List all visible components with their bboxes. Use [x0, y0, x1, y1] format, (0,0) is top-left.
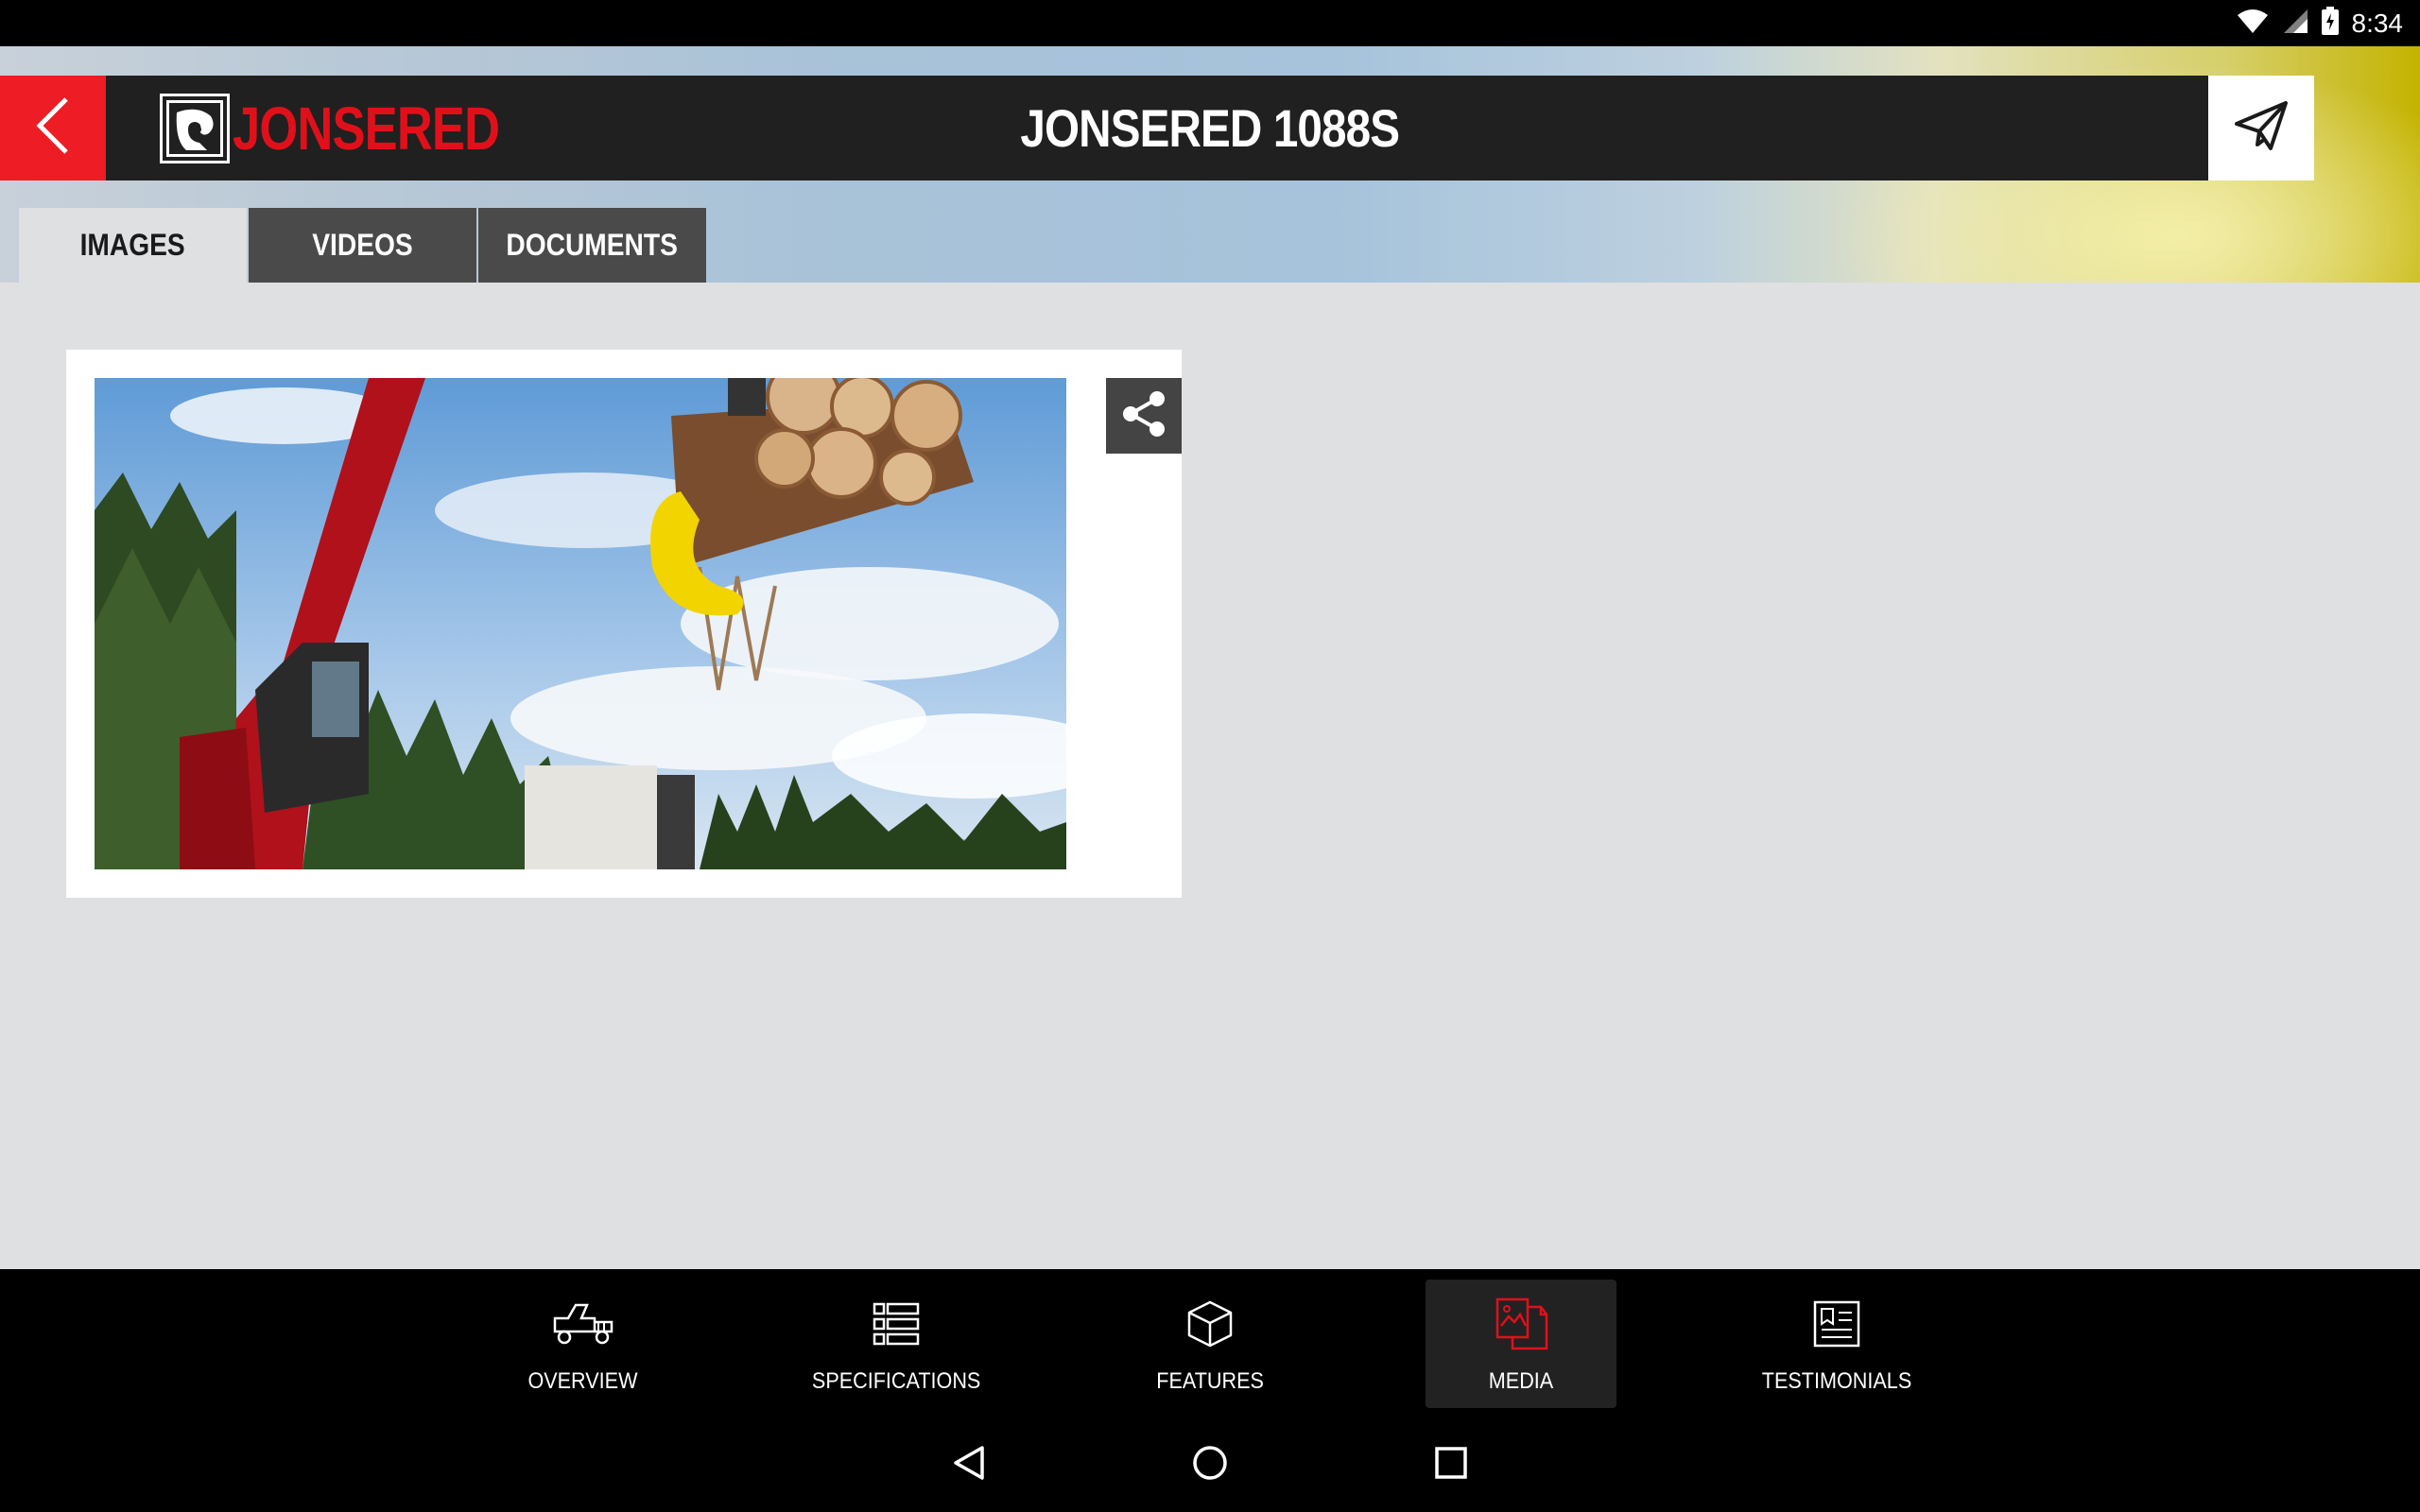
tab-label: DOCUMENTS: [506, 228, 679, 262]
wifi-icon: [2237, 8, 2269, 39]
status-bar: 8:34: [0, 0, 2420, 46]
cube-icon: [1185, 1293, 1235, 1355]
nav-overview[interactable]: OVERVIEW: [488, 1280, 677, 1408]
nav-media[interactable]: MEDIA: [1426, 1280, 1616, 1408]
image-card: [66, 350, 1182, 898]
brand-name: JONSERED: [233, 94, 500, 163]
product-photo[interactable]: [95, 378, 1066, 869]
nav-label: MEDIA: [1488, 1368, 1554, 1394]
list-icon: [873, 1293, 920, 1355]
chevron-left-icon: [34, 95, 72, 161]
circle-home-icon: [1191, 1444, 1229, 1486]
battery-icon: [2321, 7, 2339, 40]
tab-label: VIDEOS: [312, 228, 413, 262]
system-home-button[interactable]: [1185, 1436, 1235, 1493]
status-time: 8:34: [2351, 8, 2404, 38]
share-icon: [1119, 389, 1168, 443]
cell-signal-icon: [2282, 8, 2308, 39]
tab-label: IMAGES: [79, 228, 186, 262]
ram-logo-icon: [160, 94, 230, 163]
tab-videos[interactable]: VIDEOS: [249, 208, 476, 283]
tab-documents[interactable]: DOCUMENTS: [478, 208, 706, 283]
square-recents-icon: [1434, 1446, 1468, 1485]
system-back-button[interactable]: [945, 1436, 993, 1493]
brand-logo: JONSERED: [160, 94, 558, 163]
nav-label: SPECIFICATIONS: [811, 1368, 981, 1394]
share-button[interactable]: [1106, 378, 1182, 454]
nav-features[interactable]: FEATURES: [1115, 1280, 1305, 1408]
triangle-back-icon: [952, 1444, 986, 1486]
nav-label: TESTIMONIALS: [1761, 1368, 1912, 1394]
paper-plane-icon: [2233, 99, 2290, 157]
media-icon: [1494, 1293, 1548, 1355]
back-button[interactable]: [0, 76, 106, 180]
nav-testimonials[interactable]: TESTIMONIALS: [1742, 1280, 1931, 1408]
nav-label: FEATURES: [1156, 1368, 1264, 1394]
send-button[interactable]: [2208, 76, 2314, 180]
truck-icon: [549, 1293, 615, 1355]
document-icon: [1812, 1293, 1861, 1355]
nav-label: OVERVIEW: [527, 1368, 638, 1394]
status-icons: 8:34: [2237, 0, 2404, 46]
nav-specifications[interactable]: SPECIFICATIONS: [802, 1280, 991, 1408]
tab-images[interactable]: IMAGES: [19, 208, 247, 283]
system-recents-button[interactable]: [1427, 1436, 1475, 1493]
media-tabs: IMAGES VIDEOS DOCUMENTS: [19, 208, 708, 283]
